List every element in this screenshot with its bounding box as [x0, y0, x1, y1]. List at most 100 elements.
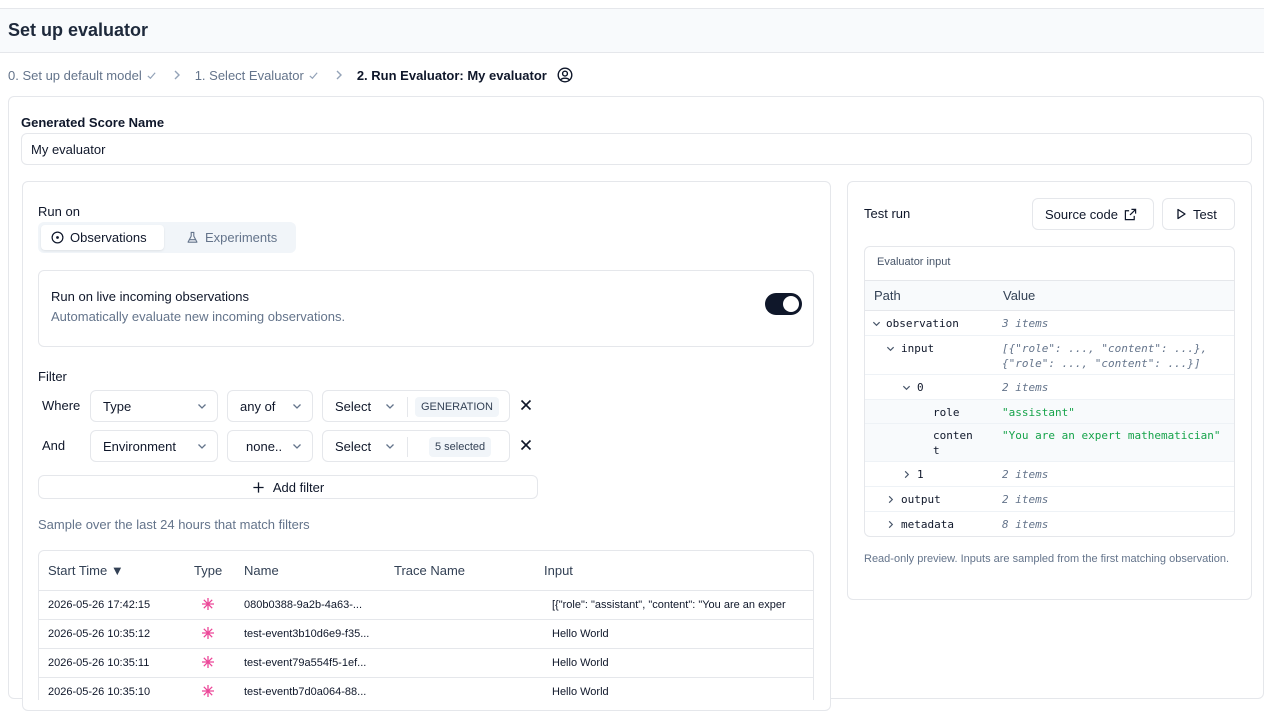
json-row-index-0[interactable]: 0 2 items — [865, 375, 1234, 400]
filter-column-select[interactable]: Type — [90, 390, 218, 422]
cell-start-time: 2026-05-26 10:35:11 — [48, 657, 150, 669]
table-row[interactable]: 2026-05-26 17:42:15 080b0388-9a2b-4a63-.… — [39, 591, 813, 620]
json-value-line: {"role": ..., "content": ...}] — [1002, 357, 1201, 370]
json-key: observation — [886, 317, 959, 330]
score-name-input[interactable]: My evaluator — [21, 133, 1252, 165]
breadcrumb-step-label: 2. Run Evaluator: My evaluator — [356, 67, 547, 83]
add-filter-label: Add filter — [272, 479, 325, 495]
json-value: 2 items — [1002, 381, 1049, 394]
tab-experiments[interactable]: Experiments — [176, 225, 287, 250]
generation-icon — [201, 597, 215, 614]
table-row[interactable]: 2026-05-26 10:35:12 test-event3b10d6e9-f… — [39, 620, 813, 649]
breadcrumb-step-select-evaluator[interactable]: 1. Select Evaluator — [195, 68, 319, 83]
sample-table: Start Time ▼ Type Name Trace Name Input … — [38, 550, 814, 700]
test-label: Test — [1193, 206, 1217, 222]
filter-conjunction: And — [42, 438, 66, 453]
breadcrumb: 0. Set up default model 1. Select Evalua… — [8, 66, 573, 84]
cell-start-time: 2026-05-26 10:35:12 — [48, 628, 151, 640]
select-value: any of — [240, 398, 276, 414]
json-key: 1 — [917, 468, 924, 481]
generation-icon — [201, 626, 215, 643]
json-key: output — [901, 493, 941, 506]
json-value: 2 items — [1002, 493, 1049, 506]
source-code-button[interactable]: Source code — [1032, 198, 1154, 230]
chevron-right-icon[interactable] — [886, 495, 895, 504]
page-header: Set up evaluator — [0, 9, 1264, 53]
table-row[interactable]: 2026-05-26 10:35:11 test-event79a554f5-1… — [39, 649, 813, 678]
filter-row: Where Type any of Select GENERATION — [38, 390, 538, 422]
tab-label: Experiments — [205, 230, 278, 245]
json-key: metadata — [901, 518, 954, 531]
json-key: role — [933, 406, 960, 419]
json-row-output[interactable]: output 2 items — [865, 487, 1234, 512]
breadcrumb-step-default-model[interactable]: 0. Set up default model — [8, 68, 157, 83]
score-name-value: My evaluator — [31, 141, 106, 157]
cell-start-time: 2026-05-26 17:42:15 — [48, 599, 151, 611]
json-row-role: role "assistant" — [865, 400, 1234, 424]
select-value: Select — [335, 398, 372, 414]
score-name-label: Generated Score Name — [21, 115, 165, 130]
column-header-type: Type — [194, 563, 223, 578]
filter-column-select[interactable]: Environment — [90, 430, 218, 462]
top-bar — [0, 0, 1264, 9]
json-key: 0 — [917, 381, 924, 394]
tab-observations[interactable]: Observations — [41, 225, 164, 250]
run-on-tabs: Observations Experiments — [38, 222, 296, 253]
cell-name: test-event79a554f5-1ef... — [244, 657, 367, 669]
json-row-metadata[interactable]: metadata 8 items — [865, 512, 1234, 536]
flask-icon — [186, 231, 199, 244]
evaluator-input-header: Path Value — [865, 280, 1234, 311]
cell-input: Hello World — [552, 657, 609, 669]
breadcrumb-step-label: 1. Select Evaluator — [194, 67, 304, 83]
test-button[interactable]: Test — [1162, 198, 1235, 230]
json-value: 3 items — [1002, 317, 1049, 330]
evaluator-input-title: Evaluator input — [877, 256, 951, 268]
cell-input: Hello World — [552, 628, 609, 640]
json-row-index-1[interactable]: 1 2 items — [865, 462, 1234, 487]
chevron-down-icon — [197, 441, 207, 451]
json-key: input — [901, 342, 935, 355]
toggle-knob — [783, 296, 799, 312]
read-only-note: Read-only preview. Inputs are sampled fr… — [864, 553, 1230, 565]
filter-value-select[interactable]: Select 5 selected — [322, 430, 510, 462]
path-header: Path — [874, 288, 901, 303]
chevron-right-icon[interactable] — [886, 520, 895, 529]
filter-row: And Environment none.. Select 5 selected — [38, 430, 538, 462]
filter-value-badge: GENERATION — [415, 397, 499, 417]
json-value: "You are an expert mathematician" — [1002, 429, 1221, 442]
live-toggle[interactable] — [765, 293, 802, 315]
table-row[interactable]: 2026-05-26 10:35:10 test-eventb7d0a064-8… — [39, 678, 813, 700]
chevron-down-icon[interactable] — [902, 383, 911, 392]
filter-operator-select[interactable]: none.. — [227, 430, 313, 462]
breadcrumb-step-label: 0. Set up default model — [8, 67, 142, 83]
json-row-observation[interactable]: observation 3 items — [865, 311, 1234, 336]
add-filter-button[interactable]: Add filter — [38, 475, 538, 499]
test-run-title: Test run — [864, 206, 911, 221]
external-link-icon — [1124, 208, 1137, 221]
filter-value-select[interactable]: Select GENERATION — [322, 390, 510, 422]
json-value: 2 items — [1002, 468, 1049, 481]
chevron-right-icon — [335, 70, 343, 80]
json-row-input[interactable]: input [{"role": ..., "content": ...}, {"… — [865, 336, 1234, 375]
chevron-right-icon[interactable] — [902, 470, 911, 479]
chevron-down-icon — [197, 401, 207, 411]
sample-description: Sample over the last 24 hours that match… — [38, 517, 310, 532]
user-circle-icon[interactable] — [557, 67, 573, 83]
json-value: 8 items — [1002, 518, 1049, 531]
chevron-down-icon[interactable] — [886, 344, 895, 353]
json-value-line: [{"role": ..., "content": ...}, — [1002, 342, 1208, 355]
live-description: Automatically evaluate new incoming obse… — [51, 309, 346, 324]
remove-filter-icon[interactable] — [518, 437, 534, 453]
filter-operator-select[interactable]: any of — [227, 390, 313, 422]
generation-icon — [201, 684, 215, 700]
check-icon — [308, 70, 319, 81]
remove-filter-icon[interactable] — [518, 397, 534, 413]
page-title: Set up evaluator — [8, 20, 149, 40]
column-header-start-time[interactable]: Start Time ▼ — [48, 563, 124, 578]
breadcrumb-step-run-evaluator: 2. Run Evaluator: My evaluator — [357, 67, 573, 83]
cell-name: test-event3b10d6e9-f35... — [244, 628, 370, 640]
chevron-down-icon[interactable] — [872, 319, 881, 328]
column-header-trace-name: Trace Name — [394, 563, 466, 578]
live-title: Run on live incoming observations — [51, 289, 249, 304]
select-value: Environment — [103, 438, 176, 454]
